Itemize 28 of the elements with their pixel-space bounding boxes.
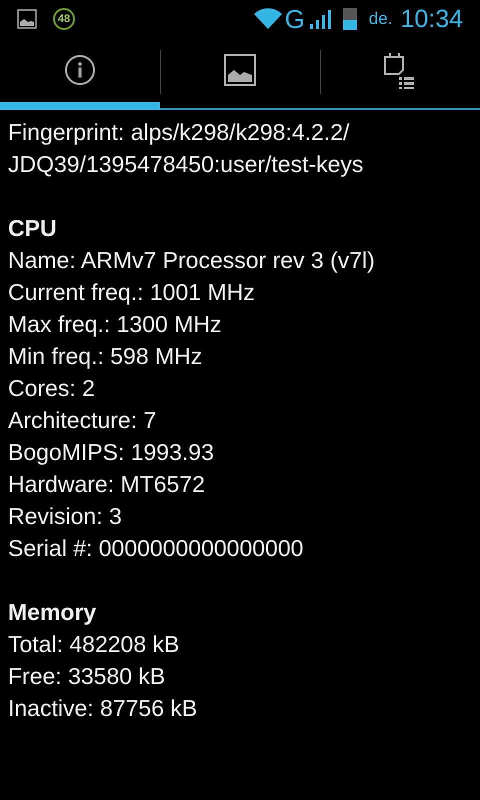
info-line: Cores: 2: [8, 374, 96, 403]
section-heading: Memory: [8, 598, 98, 627]
info-icon: [64, 54, 96, 86]
info-line: Revision: 3: [8, 502, 123, 531]
signal-icon: [308, 9, 331, 29]
image-icon: [223, 53, 257, 87]
task-list-icon: [383, 51, 417, 89]
info-line: Min freq.: 598 MHz: [8, 342, 204, 371]
info-line: Architecture: 7: [8, 406, 158, 435]
info-line: Fingerprint: alps/k298/k298:4.2.2/: [8, 118, 350, 147]
info-line: Max freq.: 1300 MHz: [8, 310, 222, 339]
wifi-icon: [252, 8, 283, 30]
info-line: Hardware: MT6572: [8, 470, 206, 499]
info-line: Total: 482208 kB: [8, 630, 180, 659]
info-line: Current freq.: 1001 MHz: [8, 278, 256, 307]
info-line: Name: ARMv7 Processor rev 3 (v7l): [8, 246, 376, 275]
clock: 10:34: [400, 6, 463, 32]
day-label: de.: [368, 8, 392, 30]
info-line: Inactive: 87756 kB: [8, 694, 198, 723]
image-icon: [17, 9, 37, 29]
battery-icon: [342, 8, 357, 30]
section-heading: CPU: [8, 214, 58, 243]
notification-badge: 48: [53, 8, 75, 30]
info-line: Serial #: 0000000000000000: [8, 534, 304, 563]
network-type: G: [284, 6, 305, 32]
info-line: Free: 33580 kB: [8, 662, 166, 691]
info-line: JDQ39/1395478450:user/test-keys: [8, 150, 364, 179]
info-line: BogoMIPS: 1993.93: [8, 438, 215, 467]
